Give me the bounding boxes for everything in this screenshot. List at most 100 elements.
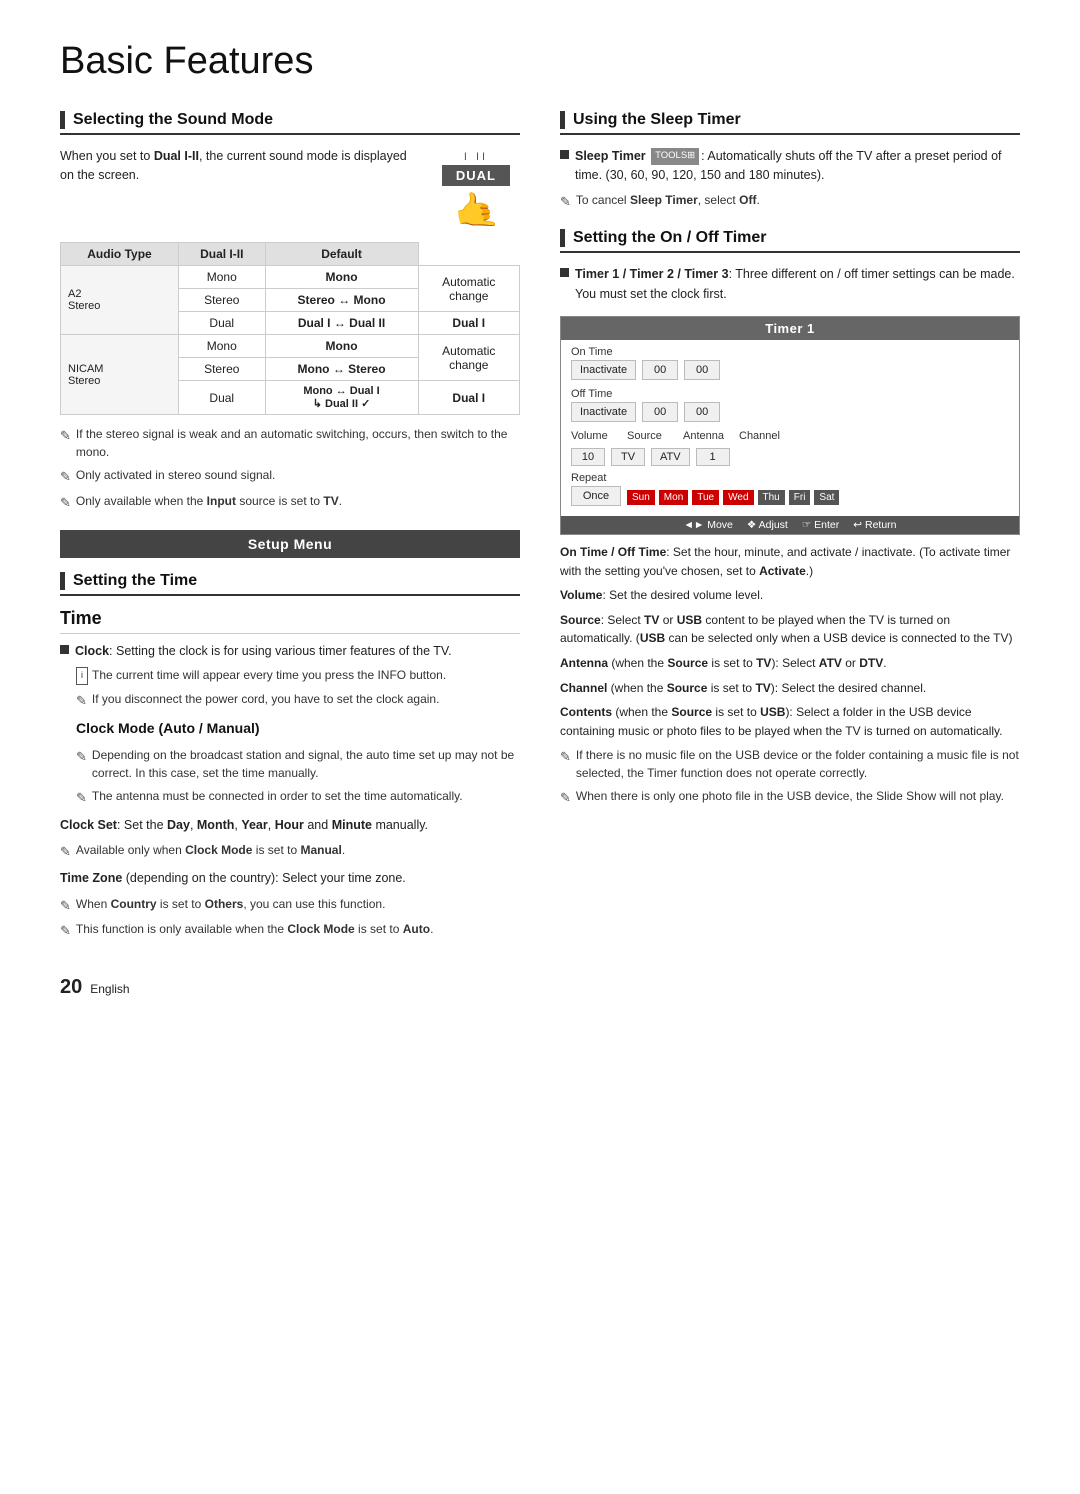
- section-bar3: [560, 111, 565, 129]
- sub-stereo: Stereo: [178, 289, 265, 312]
- channel-label: Channel: [739, 430, 789, 442]
- antenna-val[interactable]: ATV: [651, 448, 690, 466]
- timer-bullet: Timer 1 / Timer 2 / Timer 3: Three diffe…: [560, 265, 1020, 304]
- note-pen-icon11: ✎: [560, 747, 571, 767]
- timer-box-title: Timer 1: [561, 317, 1019, 340]
- note-tv-only-text: Only available when the Input source is …: [76, 492, 342, 510]
- footer-return: ↩ Return: [853, 519, 896, 531]
- off-time-h[interactable]: 00: [642, 402, 678, 422]
- note-stereo-only-text: Only activated in stereo sound signal.: [76, 466, 275, 484]
- day-sun: Sun: [627, 490, 655, 505]
- repeat-val[interactable]: Once: [571, 486, 621, 506]
- footer-move: ◄► Move: [684, 519, 733, 531]
- hand-icon: 🤙: [439, 184, 513, 237]
- dual-nicam-dual: Mono ↔ Dual I↳ Dual II ✓: [265, 381, 418, 415]
- default-nicam-dual: Dual I: [418, 381, 520, 415]
- timer-vsac-vals: 10 TV ATV 1: [571, 448, 1009, 466]
- dual-nicam-mono: Mono: [265, 335, 418, 358]
- sleep-bullet: Sleep Timer TOOLS⊞: Automatically shuts …: [560, 147, 1020, 186]
- sub-nicam-stereo: Stereo: [178, 358, 265, 381]
- section-sound-mode-header: Selecting the Sound Mode: [60, 111, 520, 135]
- timezone-text: Time Zone (depending on the country): Se…: [60, 869, 520, 888]
- body-volume: Volume: Set the desired volume level.: [560, 586, 1020, 605]
- col-dual: Dual I-II: [178, 243, 265, 266]
- setup-menu-bar: Setup Menu: [60, 530, 520, 558]
- dual-mono: Mono: [265, 266, 418, 289]
- body-source: Source: Select TV or USB content to be p…: [560, 611, 1020, 648]
- note-one-photo: ✎ When there is only one photo file in t…: [560, 787, 1020, 808]
- square-bullet: [60, 645, 69, 654]
- note-pen-icon7: ✎: [60, 842, 71, 862]
- square-bullet3: [560, 268, 569, 277]
- info-note-text: The current time will appear every time …: [92, 666, 446, 684]
- sub-mono: Mono: [178, 266, 265, 289]
- note-one-photo-text: When there is only one photo file in the…: [576, 787, 1004, 805]
- section-sleep-header: Using the Sleep Timer: [560, 111, 1020, 135]
- dual-box: I II DUAL 🤙: [432, 147, 520, 232]
- sleep-note: ✎ To cancel Sleep Timer, select Off.: [560, 191, 1020, 212]
- left-column: Selecting the Sound Mode When you set to…: [60, 111, 520, 946]
- disconnect-text: If you disconnect the power cord, you ha…: [92, 690, 440, 708]
- group-nicam: NICAMStereo: [61, 335, 179, 415]
- off-time-controls: Inactivate 00 00: [571, 402, 1009, 422]
- subsection-time-title: Time: [60, 608, 520, 634]
- sleep-note-text: To cancel Sleep Timer, select Off.: [576, 191, 760, 209]
- timer-footer: ◄► Move ❖ Adjust ☞ Enter ↩ Return: [561, 516, 1019, 534]
- antenna-note: ✎ The antenna must be connected in order…: [76, 787, 520, 808]
- on-time-m[interactable]: 00: [684, 360, 720, 380]
- timezone-note1-text: When Country is set to Others, you can u…: [76, 895, 386, 913]
- channel-val[interactable]: 1: [696, 448, 730, 466]
- section-bar4: [560, 229, 565, 247]
- note-stereo-weak: ✎ If the stereo signal is weak and an au…: [60, 425, 520, 461]
- square-bullet2: [560, 150, 569, 159]
- sub-nicam-dual: Dual: [178, 381, 265, 415]
- timezone-note2: ✎ This function is only available when t…: [60, 920, 520, 941]
- note-pen-icon3: ✎: [60, 493, 71, 513]
- default-auto: Automaticchange: [418, 266, 520, 312]
- off-inactivate-btn[interactable]: Inactivate: [571, 402, 636, 422]
- disconnect-note: ✎ If you disconnect the power cord, you …: [76, 690, 520, 711]
- on-inactivate-btn[interactable]: Inactivate: [571, 360, 636, 380]
- day-fri: Fri: [789, 490, 811, 505]
- source-val[interactable]: TV: [611, 448, 645, 466]
- timer-days: Sun Mon Tue Wed Thu Fri Sat: [627, 490, 839, 505]
- note-tv-only: ✎ Only available when the Input source i…: [60, 492, 520, 513]
- off-time-m[interactable]: 00: [684, 402, 720, 422]
- day-sat: Sat: [814, 490, 839, 505]
- volume-val[interactable]: 10: [571, 448, 605, 466]
- timezone-note1: ✎ When Country is set to Others, you can…: [60, 895, 520, 916]
- note-pen-icon9: ✎: [60, 921, 71, 941]
- group-a2-stereo: A2Stereo: [61, 266, 179, 335]
- section-time-header: Setting the Time: [60, 572, 520, 596]
- page-language: English: [90, 982, 129, 996]
- body-contents: Contents (when the Source is set to USB)…: [560, 703, 1020, 740]
- source-label: Source: [627, 430, 677, 442]
- section-sleep-title: Using the Sleep Timer: [573, 111, 741, 129]
- section-timer-title: Setting the On / Off Timer: [573, 229, 767, 247]
- page-number-area: 20 English: [60, 976, 1020, 999]
- clock-set-text: Clock Set: Set the Day, Month, Year, Hou…: [60, 816, 520, 835]
- off-time-label: Off Time: [571, 388, 1009, 400]
- on-time-h[interactable]: 00: [642, 360, 678, 380]
- table-row: NICAMStereo Mono Mono Automaticchange: [61, 335, 520, 358]
- clock-set-note-text: Available only when Clock Mode is set to…: [76, 841, 345, 859]
- broadcast-note: ✎ Depending on the broadcast station and…: [76, 746, 520, 782]
- note-stereo-weak-text: If the stereo signal is weak and an auto…: [76, 425, 520, 461]
- volume-label: Volume: [571, 430, 621, 442]
- timezone-note2-text: This function is only available when the…: [76, 920, 434, 938]
- note-no-music: ✎ If there is no music file on the USB d…: [560, 746, 1020, 782]
- note-pen-icon12: ✎: [560, 788, 571, 808]
- note-pen-icon2: ✎: [60, 467, 71, 487]
- table-row: A2Stereo Mono Mono Automaticchange: [61, 266, 520, 289]
- note-pen-icon: ✎: [60, 426, 71, 446]
- clock-bullet: Clock: Setting the clock is for using va…: [60, 642, 520, 661]
- timer-box: Timer 1 On Time Inactivate 00 00 Off Tim…: [560, 316, 1020, 535]
- antenna-label: Antenna: [683, 430, 733, 442]
- clock-text: Clock: Setting the clock is for using va…: [75, 642, 452, 661]
- on-time-label: On Time: [571, 346, 1009, 358]
- dual-nicam-stereo: Mono ↔ Stereo: [265, 358, 418, 381]
- section-bar2: [60, 572, 65, 590]
- on-time-controls: Inactivate 00 00: [571, 360, 1009, 380]
- day-tue: Tue: [692, 490, 719, 505]
- antenna-text: The antenna must be connected in order t…: [92, 787, 463, 805]
